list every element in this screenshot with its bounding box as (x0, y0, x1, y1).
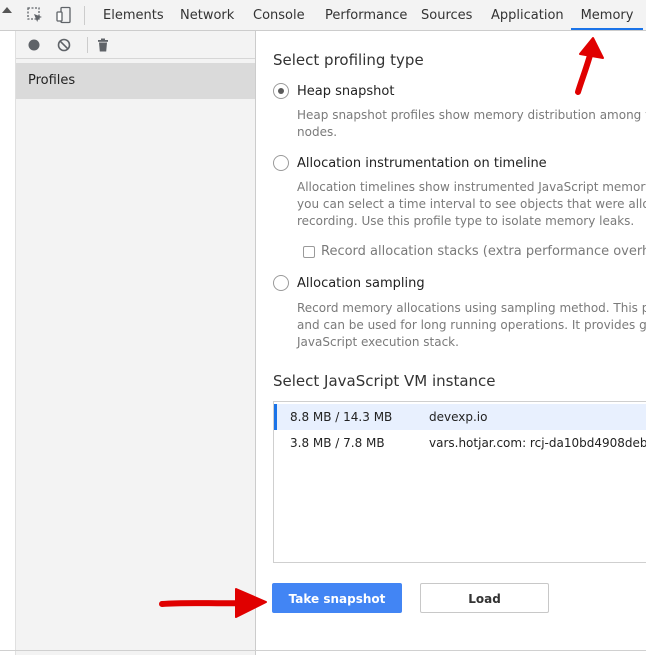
profiles-toolbar (16, 31, 255, 59)
allocation-timeline-label[interactable]: Allocation instrumentation on timeline (297, 156, 547, 171)
description-line: Record memory allocations using sampling… (297, 301, 646, 315)
collapse-arrow-icon[interactable] (2, 7, 12, 13)
bottom-border (0, 650, 646, 651)
vm-instance-title: Select JavaScript VM instance (273, 372, 496, 390)
profiles-sidebar: Profiles (16, 31, 256, 655)
left-gutter (0, 31, 16, 655)
sidebar-item-label: Profiles (28, 73, 76, 88)
devtools-window: Elements Network Console Performance Sou… (0, 0, 646, 655)
heap-snapshot-label[interactable]: Heap snapshot (297, 84, 394, 99)
sidebar-item-profiles[interactable]: Profiles (16, 63, 255, 99)
vm-instance-list: 8.8 MB / 14.3 MB devexp.io 3.8 MB / 7.8 … (273, 401, 646, 563)
load-button[interactable]: Load (420, 583, 549, 613)
vm-heap-size: 8.8 MB / 14.3 MB (290, 410, 393, 424)
vm-instance-name: vars.hotjar.com: rcj-da10bd4908deb9e (429, 436, 646, 450)
device-toolbar-icon[interactable] (55, 6, 73, 24)
heap-snapshot-radio[interactable] (273, 83, 289, 99)
record-allocation-stacks-label[interactable]: Record allocation stacks (extra performa… (321, 244, 646, 259)
tab-application[interactable]: Application (491, 0, 564, 30)
clear-icon[interactable] (56, 37, 72, 53)
heap-snapshot-description: Heap snapshot profiles show memory distr… (297, 107, 646, 141)
tab-memory[interactable]: Memory (571, 0, 643, 30)
devtools-tab-bar: Elements Network Console Performance Sou… (0, 0, 646, 31)
allocation-sampling-description: Record memory allocations using sampling… (297, 300, 646, 351)
description-line: Allocation timelines show instrumented J… (297, 180, 646, 194)
allocation-timeline-description: Allocation timelines show instrumented J… (297, 179, 646, 230)
profiling-type-title: Select profiling type (273, 51, 424, 69)
inspect-element-icon[interactable] (26, 6, 44, 24)
description-line: nodes. (297, 125, 338, 139)
description-line: recording. Use this profile type to isol… (297, 214, 635, 228)
description-line: and can be used for long running operati… (297, 318, 646, 332)
vm-instance-row[interactable]: 3.8 MB / 7.8 MB vars.hotjar.com: rcj-da1… (274, 430, 646, 456)
take-snapshot-button[interactable]: Take snapshot (272, 583, 402, 613)
vm-instance-row[interactable]: 8.8 MB / 14.3 MB devexp.io (274, 404, 646, 430)
description-line: JavaScript execution stack. (297, 335, 459, 349)
tab-sources[interactable]: Sources (421, 0, 472, 30)
tab-performance[interactable]: Performance (325, 0, 407, 30)
tab-elements[interactable]: Elements (103, 0, 164, 30)
allocation-sampling-radio[interactable] (273, 275, 289, 291)
profile-launcher: Select profiling type Heap snapshot Heap… (257, 31, 646, 655)
allocation-sampling-label[interactable]: Allocation sampling (297, 276, 425, 291)
toolbar-divider (84, 6, 85, 25)
tab-console[interactable]: Console (253, 0, 305, 30)
allocation-timeline-radio[interactable] (273, 155, 289, 171)
record-icon[interactable] (26, 37, 42, 53)
vm-instance-name: devexp.io (429, 410, 488, 424)
tab-network[interactable]: Network (180, 0, 234, 30)
vm-heap-size: 3.8 MB / 7.8 MB (290, 436, 385, 450)
description-line: you can select a time interval to see ob… (297, 197, 646, 211)
toolbar-divider (87, 37, 88, 53)
description-line: Heap snapshot profiles show memory distr… (297, 108, 646, 122)
record-allocation-stacks-checkbox[interactable] (303, 246, 315, 258)
trash-icon[interactable] (95, 37, 111, 53)
